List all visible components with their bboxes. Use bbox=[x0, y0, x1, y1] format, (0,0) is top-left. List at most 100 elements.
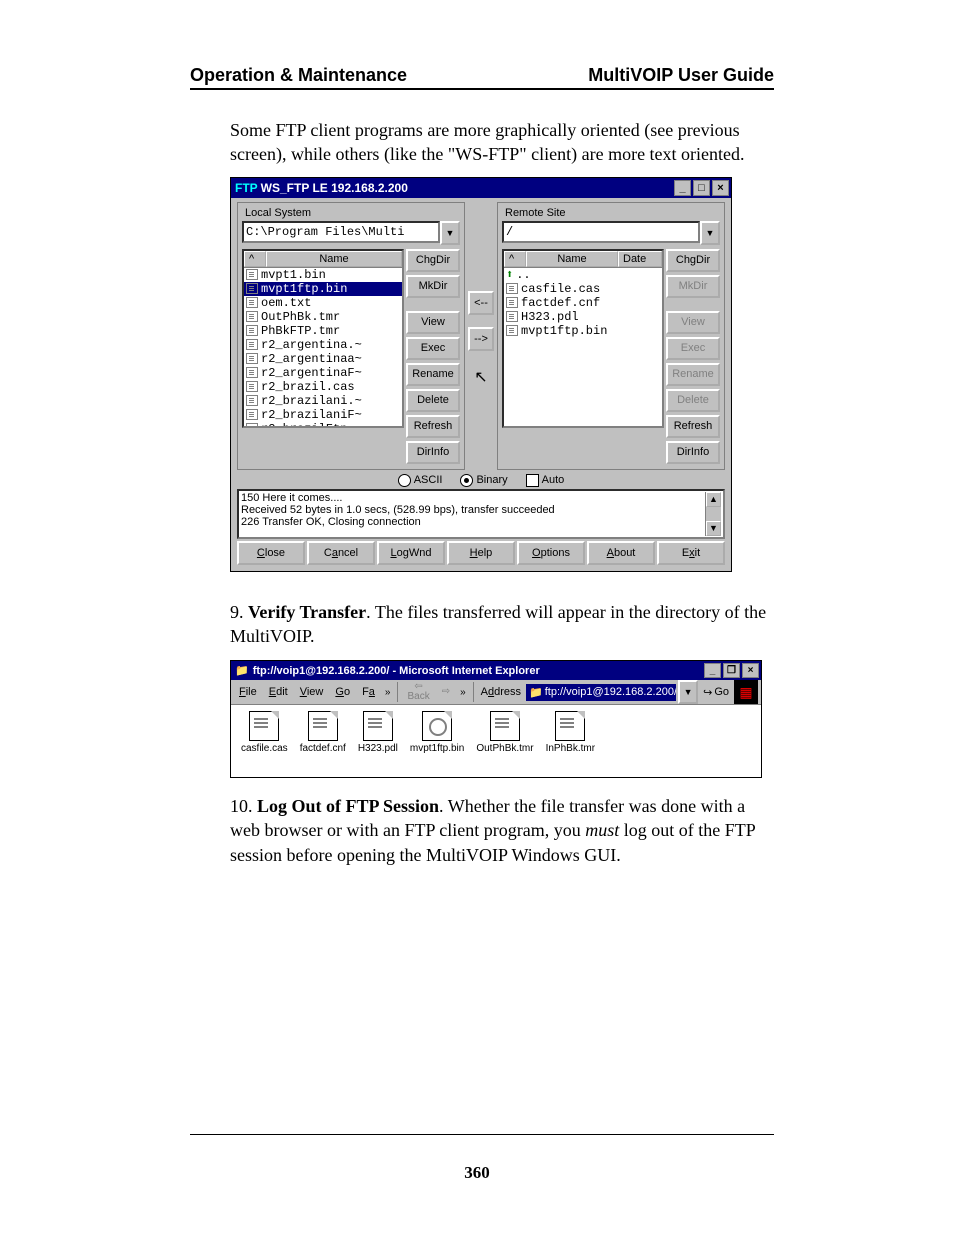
exit-btn[interactable]: Exit bbox=[657, 541, 725, 565]
cancel-btn[interactable]: Cancel bbox=[307, 541, 375, 565]
remote-col-date[interactable]: Date bbox=[618, 251, 662, 267]
log-scroll-up[interactable]: ▲ bbox=[706, 492, 721, 507]
ie-maximize[interactable]: ❐ bbox=[723, 663, 740, 678]
ie-titlebar[interactable]: 📁 ftp://voip1@192.168.2.200/ - Microsoft… bbox=[231, 661, 761, 680]
ie-menu-more[interactable]: » bbox=[382, 687, 394, 698]
ie-address-input[interactable]: 📁ftp://voip1@192.168.2.200/ bbox=[526, 684, 676, 701]
local-exec-button[interactable]: Exec bbox=[406, 337, 460, 360]
file-item[interactable]: factdef.cnf bbox=[504, 296, 662, 310]
ie-file-mvpt1ftp[interactable]: mvpt1ftp.bin bbox=[410, 711, 464, 771]
file-item[interactable]: r2_brazil.cas bbox=[244, 380, 402, 394]
ie-menu-go[interactable]: Go bbox=[330, 684, 355, 700]
file-item-selected[interactable]: mvpt1ftp.bin bbox=[244, 282, 402, 296]
ie-addr-icon: 📁 bbox=[529, 686, 543, 699]
remote-file-list[interactable]: ^NameDate ⬆.. casfile.cas factdef.cnf H3… bbox=[502, 249, 664, 428]
ie-file-h323[interactable]: H323.pdl bbox=[358, 711, 398, 771]
ie-go-button[interactable]: ↪Go bbox=[703, 686, 729, 699]
file-item[interactable]: r2_argentina.~ bbox=[244, 338, 402, 352]
scroll-right[interactable]: ► bbox=[647, 427, 662, 428]
local-col-name[interactable]: Name bbox=[266, 251, 402, 267]
step9-text: 9. Verify Transfer. The files transferre… bbox=[230, 600, 774, 649]
file-item[interactable]: PhBkFTP.tmr bbox=[244, 324, 402, 338]
local-dirinfo-button[interactable]: DirInfo bbox=[406, 441, 460, 464]
remote-dirinfo-button[interactable]: DirInfo bbox=[666, 441, 720, 464]
local-mkdir-button[interactable]: MkDir bbox=[406, 275, 460, 298]
ie-toolbar-more[interactable]: » bbox=[457, 687, 469, 698]
file-item[interactable]: mvpt1.bin bbox=[244, 268, 402, 282]
file-item-up[interactable]: ⬆.. bbox=[504, 268, 662, 282]
ie-file-outphbk[interactable]: OutPhBk.tmr bbox=[476, 711, 533, 771]
file-icon bbox=[246, 297, 258, 308]
local-rename-button[interactable]: Rename bbox=[406, 363, 460, 386]
auto-checkbox[interactable]: Auto bbox=[526, 474, 565, 487]
wsftp-titlebar[interactable]: FTP WS_FTP LE 192.168.2.200 _ □ × bbox=[231, 178, 731, 198]
ie-file-casfile[interactable]: casfile.cas bbox=[241, 711, 288, 771]
file-item[interactable]: r2_brazilaniF~ bbox=[244, 408, 402, 422]
minimize-button[interactable]: _ bbox=[674, 180, 691, 196]
bottom-buttons: Close Cancel LogWnd Help Options About E… bbox=[237, 541, 725, 565]
file-item[interactable]: r2_brazilani.~ bbox=[244, 394, 402, 408]
ie-menu-fav[interactable]: Fa bbox=[357, 684, 380, 700]
local-path[interactable]: C:\Program Files\Multi bbox=[242, 221, 440, 243]
close-btn[interactable]: Close bbox=[237, 541, 305, 565]
local-refresh-button[interactable]: Refresh bbox=[406, 415, 460, 438]
ie-content[interactable]: casfile.cas factdef.cnf H323.pdl mvpt1ft… bbox=[231, 705, 761, 777]
local-sort-icon[interactable]: ^ bbox=[244, 251, 266, 267]
ie-menu-view[interactable]: View bbox=[295, 684, 329, 700]
scroll-left[interactable]: ◄ bbox=[504, 427, 519, 428]
local-delete-button[interactable]: Delete bbox=[406, 389, 460, 412]
file-icon bbox=[246, 409, 258, 420]
ie-minimize[interactable]: _ bbox=[704, 663, 721, 678]
ie-file-inphbk[interactable]: InPhBk.tmr bbox=[546, 711, 595, 771]
log-panel: 150 Here it comes.... Received 52 bytes … bbox=[237, 489, 725, 539]
close-button[interactable]: × bbox=[712, 180, 729, 196]
page-number: 360 bbox=[0, 1163, 954, 1183]
ie-back-button[interactable]: ⇦Back bbox=[402, 681, 434, 703]
file-item[interactable]: mvpt1ftp.bin bbox=[504, 324, 662, 338]
local-path-dropdown[interactable]: ▼ bbox=[440, 221, 460, 245]
file-icon bbox=[246, 269, 258, 280]
file-item[interactable]: r2_brazilFtp.~ bbox=[244, 422, 402, 428]
local-chgdir-button[interactable]: ChgDir bbox=[406, 249, 460, 272]
ascii-radio[interactable]: ASCII bbox=[398, 474, 443, 487]
ie-address-dropdown[interactable]: ▼ bbox=[678, 680, 698, 704]
file-icon bbox=[506, 283, 518, 294]
log-scroll-down[interactable]: ▼ bbox=[706, 521, 721, 536]
help-btn[interactable]: Help bbox=[447, 541, 515, 565]
local-file-list[interactable]: ^Name mvpt1.bin mvpt1ftp.bin oem.txt Out… bbox=[242, 249, 404, 428]
ie-menu-edit[interactable]: Edit bbox=[264, 684, 293, 700]
file-item[interactable]: H323.pdl bbox=[504, 310, 662, 324]
remote-sort-icon[interactable]: ^ bbox=[504, 251, 526, 267]
ie-menu-file[interactable]: File bbox=[234, 684, 262, 700]
transfer-left-button[interactable]: <-- bbox=[468, 291, 494, 315]
file-item[interactable]: OutPhBk.tmr bbox=[244, 310, 402, 324]
file-icon bbox=[490, 711, 520, 741]
remote-refresh-button[interactable]: Refresh bbox=[666, 415, 720, 438]
ie-address-label: Address bbox=[481, 686, 521, 698]
remote-col-name[interactable]: Name bbox=[526, 251, 618, 267]
options-btn[interactable]: Options bbox=[517, 541, 585, 565]
file-item[interactable]: r2_argentinaF~ bbox=[244, 366, 402, 380]
logwnd-btn[interactable]: LogWnd bbox=[377, 541, 445, 565]
remote-path-dropdown[interactable]: ▼ bbox=[700, 221, 720, 245]
ie-file-factdef[interactable]: factdef.cnf bbox=[300, 711, 346, 771]
transfer-right-button[interactable]: --> bbox=[468, 327, 494, 351]
ie-fwd-button[interactable]: ⇨ bbox=[437, 686, 455, 698]
remote-mkdir-button[interactable]: MkDir bbox=[666, 275, 720, 298]
remote-view-button[interactable]: View bbox=[666, 311, 720, 334]
binary-radio[interactable]: Binary bbox=[460, 474, 507, 487]
remote-path[interactable]: / bbox=[502, 221, 700, 243]
remote-exec-button[interactable]: Exec bbox=[666, 337, 720, 360]
scroll-track[interactable] bbox=[519, 427, 647, 428]
remote-rename-button[interactable]: Rename bbox=[666, 363, 720, 386]
file-icon bbox=[308, 711, 338, 741]
file-item[interactable]: casfile.cas bbox=[504, 282, 662, 296]
file-item[interactable]: oem.txt bbox=[244, 296, 402, 310]
remote-delete-button[interactable]: Delete bbox=[666, 389, 720, 412]
file-item[interactable]: r2_argentinaa~ bbox=[244, 352, 402, 366]
local-view-button[interactable]: View bbox=[406, 311, 460, 334]
ie-close[interactable]: × bbox=[742, 663, 759, 678]
about-btn[interactable]: About bbox=[587, 541, 655, 565]
remote-chgdir-button[interactable]: ChgDir bbox=[666, 249, 720, 272]
maximize-button[interactable]: □ bbox=[693, 180, 710, 196]
